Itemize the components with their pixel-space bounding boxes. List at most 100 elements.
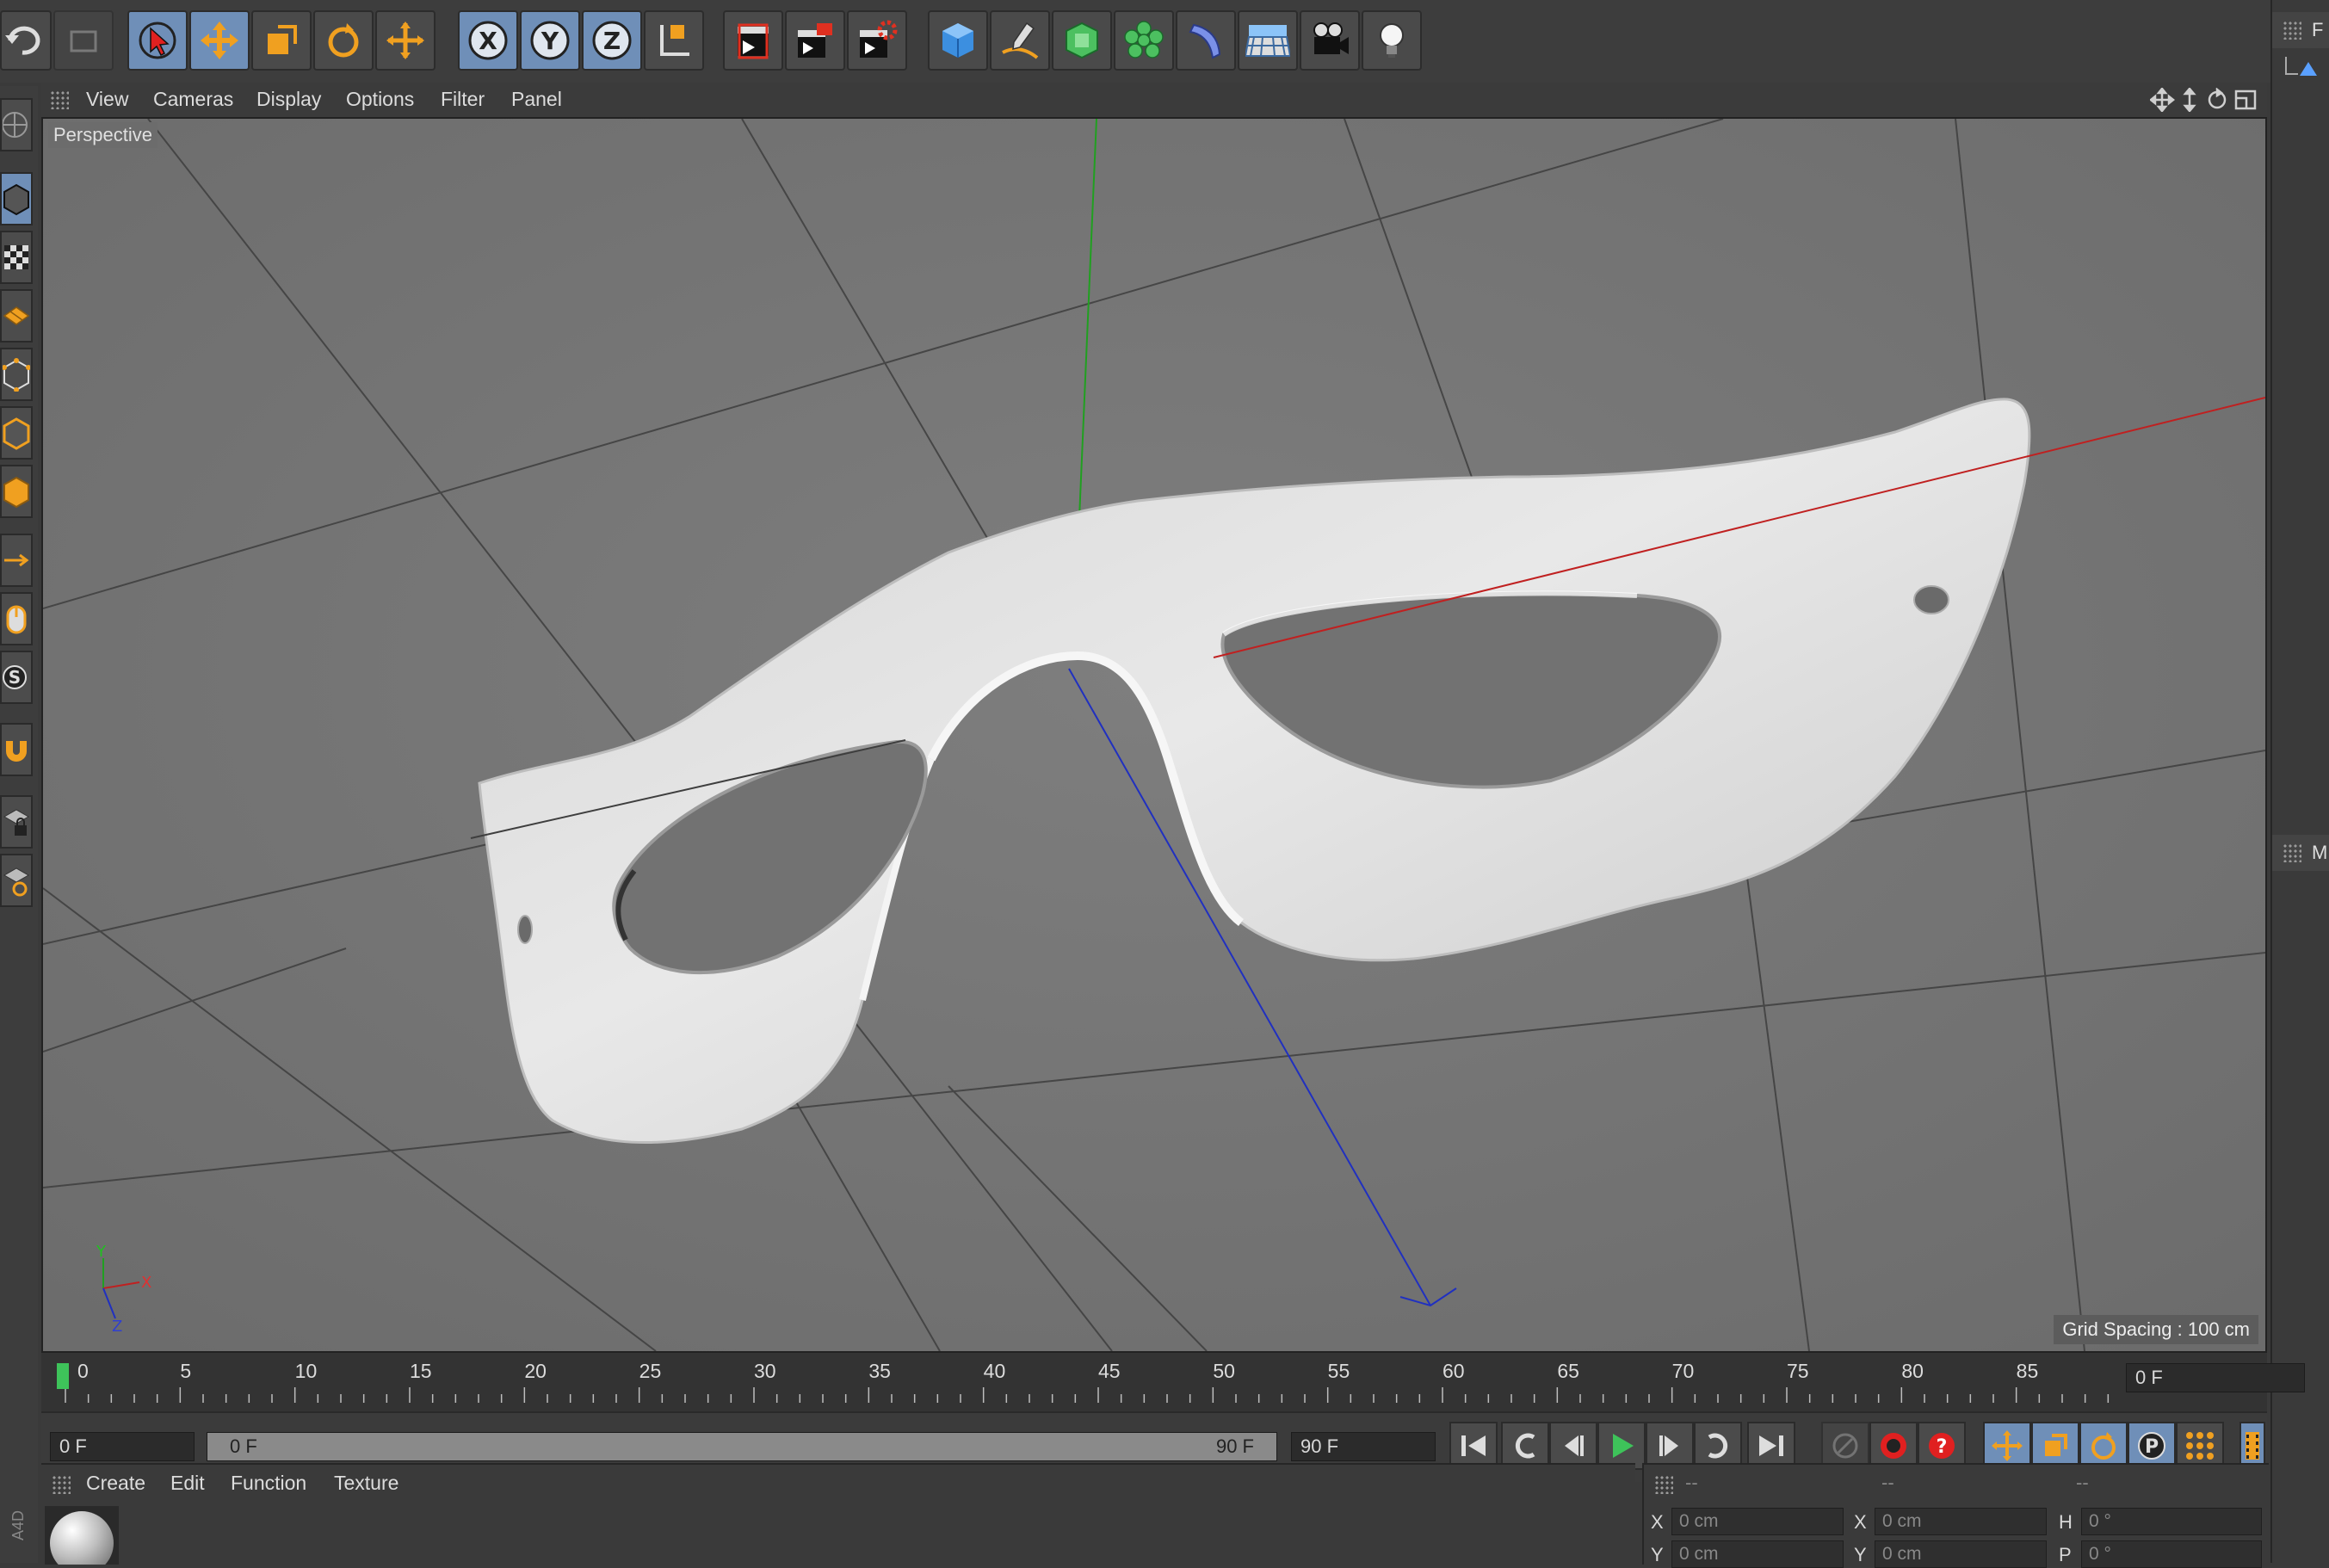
rot-h-label: H <box>2059 1511 2073 1533</box>
lock-workplane-button[interactable] <box>0 795 33 849</box>
timeline-tick-label: 85 <box>2016 1360 2039 1382</box>
model-mode-button[interactable] <box>0 172 33 225</box>
right-panel: F M <box>2270 0 2329 1563</box>
scale-tool-button[interactable] <box>251 10 312 71</box>
solo-mode-button[interactable]: S <box>0 651 33 704</box>
timeline-ruler[interactable]: 051015202530354045505560657075808590 0 F <box>41 1353 2305 1415</box>
pos-y-label: Y <box>1651 1544 1664 1565</box>
undo-icon <box>5 26 40 55</box>
menu-edit[interactable]: Edit <box>170 1472 205 1495</box>
axis-mode-button[interactable] <box>0 534 33 587</box>
svg-text:Y: Y <box>96 1243 107 1261</box>
select-tool-button[interactable] <box>127 10 188 71</box>
light-object-button[interactable] <box>1362 10 1422 71</box>
timeline-tick-label: 65 <box>1557 1360 1579 1382</box>
coordinate-system-button[interactable] <box>644 10 704 71</box>
range-start-label: 0 F <box>230 1435 257 1457</box>
perspective-viewport[interactable]: Y X Z Perspective Grid Spacing : 100 cm <box>41 117 2267 1353</box>
subdivision-surface-button[interactable] <box>1052 10 1112 71</box>
timeline-ticks <box>65 1387 2110 1403</box>
menu-filter[interactable]: Filter <box>441 88 485 111</box>
preview-range-slider[interactable]: 0 F 90 F <box>207 1432 1277 1461</box>
light-bulb-icon <box>1380 23 1404 58</box>
mouse-icon <box>6 605 27 634</box>
svg-text:X: X <box>479 27 497 55</box>
menu-display[interactable]: Display <box>256 88 321 111</box>
sphere-wire-icon <box>3 112 28 138</box>
pos-x-field[interactable]: 0 cm <box>1671 1508 1844 1535</box>
viewport-nav-icons[interactable] <box>2150 88 2262 112</box>
render-settings-button[interactable] <box>847 10 907 71</box>
viewport-scene: Y X Z <box>43 119 2265 1351</box>
clapboard-icon <box>738 23 769 59</box>
range-end-label: 90 F <box>1215 1435 1254 1457</box>
cloner-button[interactable] <box>1114 10 1174 71</box>
cube-icon <box>942 23 973 58</box>
size-x-field[interactable]: 0 cm <box>1875 1508 2047 1535</box>
workplane-mode-button[interactable] <box>0 289 33 343</box>
menu-cameras[interactable]: Cameras <box>153 88 233 111</box>
pen-spline-button[interactable] <box>990 10 1050 71</box>
deformer-button[interactable] <box>1176 10 1236 71</box>
app-side-label: A4D <box>9 1509 28 1541</box>
render-picture-viewer-button[interactable] <box>785 10 845 71</box>
svg-text:P: P <box>2145 1436 2159 1458</box>
cube-object-button[interactable] <box>928 10 988 71</box>
magnet-icon <box>6 741 27 762</box>
timeline-tick-label: 20 <box>524 1360 547 1382</box>
z-axis-lock-button[interactable]: Z <box>582 10 642 71</box>
current-frame-marker[interactable] <box>57 1363 69 1389</box>
timeline-tick-label: 70 <box>1671 1360 1695 1382</box>
object-manager-title: F <box>2312 19 2324 40</box>
menu-function[interactable]: Function <box>231 1472 306 1495</box>
rotate-tool-button[interactable] <box>313 10 374 71</box>
size-x-label: X <box>1854 1511 1867 1533</box>
x-axis-lock-button[interactable]: X <box>458 10 518 71</box>
edges-mode-button[interactable] <box>0 406 33 460</box>
menu-view[interactable]: View <box>86 88 128 111</box>
points-mode-button[interactable] <box>0 348 33 401</box>
pos-y-field[interactable]: 0 cm <box>1671 1540 1844 1568</box>
live-selection-button[interactable] <box>375 10 436 71</box>
size-y-label: Y <box>1854 1544 1867 1565</box>
undo-button[interactable] <box>0 10 52 71</box>
polygons-cube-icon <box>3 476 29 509</box>
redo-button[interactable] <box>53 10 114 71</box>
menu-create[interactable]: Create <box>86 1472 145 1495</box>
checker-icon <box>4 245 28 269</box>
planar-workplane-button[interactable] <box>0 854 33 907</box>
rot-p-field[interactable]: 0 ° <box>2081 1540 2262 1568</box>
y-axis-lock-button[interactable]: Y <box>520 10 580 71</box>
menu-texture[interactable]: Texture <box>334 1472 398 1495</box>
camera-icon <box>1313 22 1349 54</box>
camera-object-button[interactable] <box>1300 10 1360 71</box>
timeline-tick-label: 5 <box>180 1360 192 1382</box>
workplane-icon <box>3 306 30 325</box>
preview-start-field[interactable]: 0 F <box>50 1432 195 1461</box>
coordinates-manager: -- -- -- X 0 cm X 0 cm H 0 ° Y 0 cm Y 0 … <box>1642 1463 2269 1568</box>
rot-h-field[interactable]: 0 ° <box>2081 1508 2262 1535</box>
tweak-mode-button[interactable] <box>0 592 33 645</box>
polygons-mode-button[interactable] <box>0 465 33 518</box>
menu-panel[interactable]: Panel <box>511 88 562 111</box>
svg-text:S: S <box>9 667 21 688</box>
material-swatch[interactable] <box>45 1506 119 1565</box>
make-editable-button[interactable] <box>0 98 33 151</box>
step-back-icon <box>1565 1435 1584 1456</box>
object-tree-icon[interactable] <box>2277 53 2329 88</box>
render-view-button[interactable] <box>723 10 783 71</box>
cloner-icon <box>1124 21 1164 59</box>
move-tool-button[interactable] <box>189 10 250 71</box>
snap-button[interactable] <box>0 723 33 776</box>
svg-text:?: ? <box>1937 1436 1948 1458</box>
texture-mode-button[interactable] <box>0 231 33 284</box>
attributes-header: M <box>2272 835 2329 871</box>
preview-end-field[interactable]: 90 F <box>1291 1432 1436 1461</box>
current-frame-field[interactable]: 0 F <box>2126 1363 2305 1392</box>
size-y-field[interactable]: 0 cm <box>1875 1540 2047 1568</box>
timeline-tick-label: 50 <box>1213 1360 1235 1382</box>
floor-environment-button[interactable] <box>1238 10 1298 71</box>
menu-options[interactable]: Options <box>346 88 414 111</box>
svg-text:Y: Y <box>541 27 559 55</box>
rot-p-label: P <box>2059 1544 2072 1565</box>
